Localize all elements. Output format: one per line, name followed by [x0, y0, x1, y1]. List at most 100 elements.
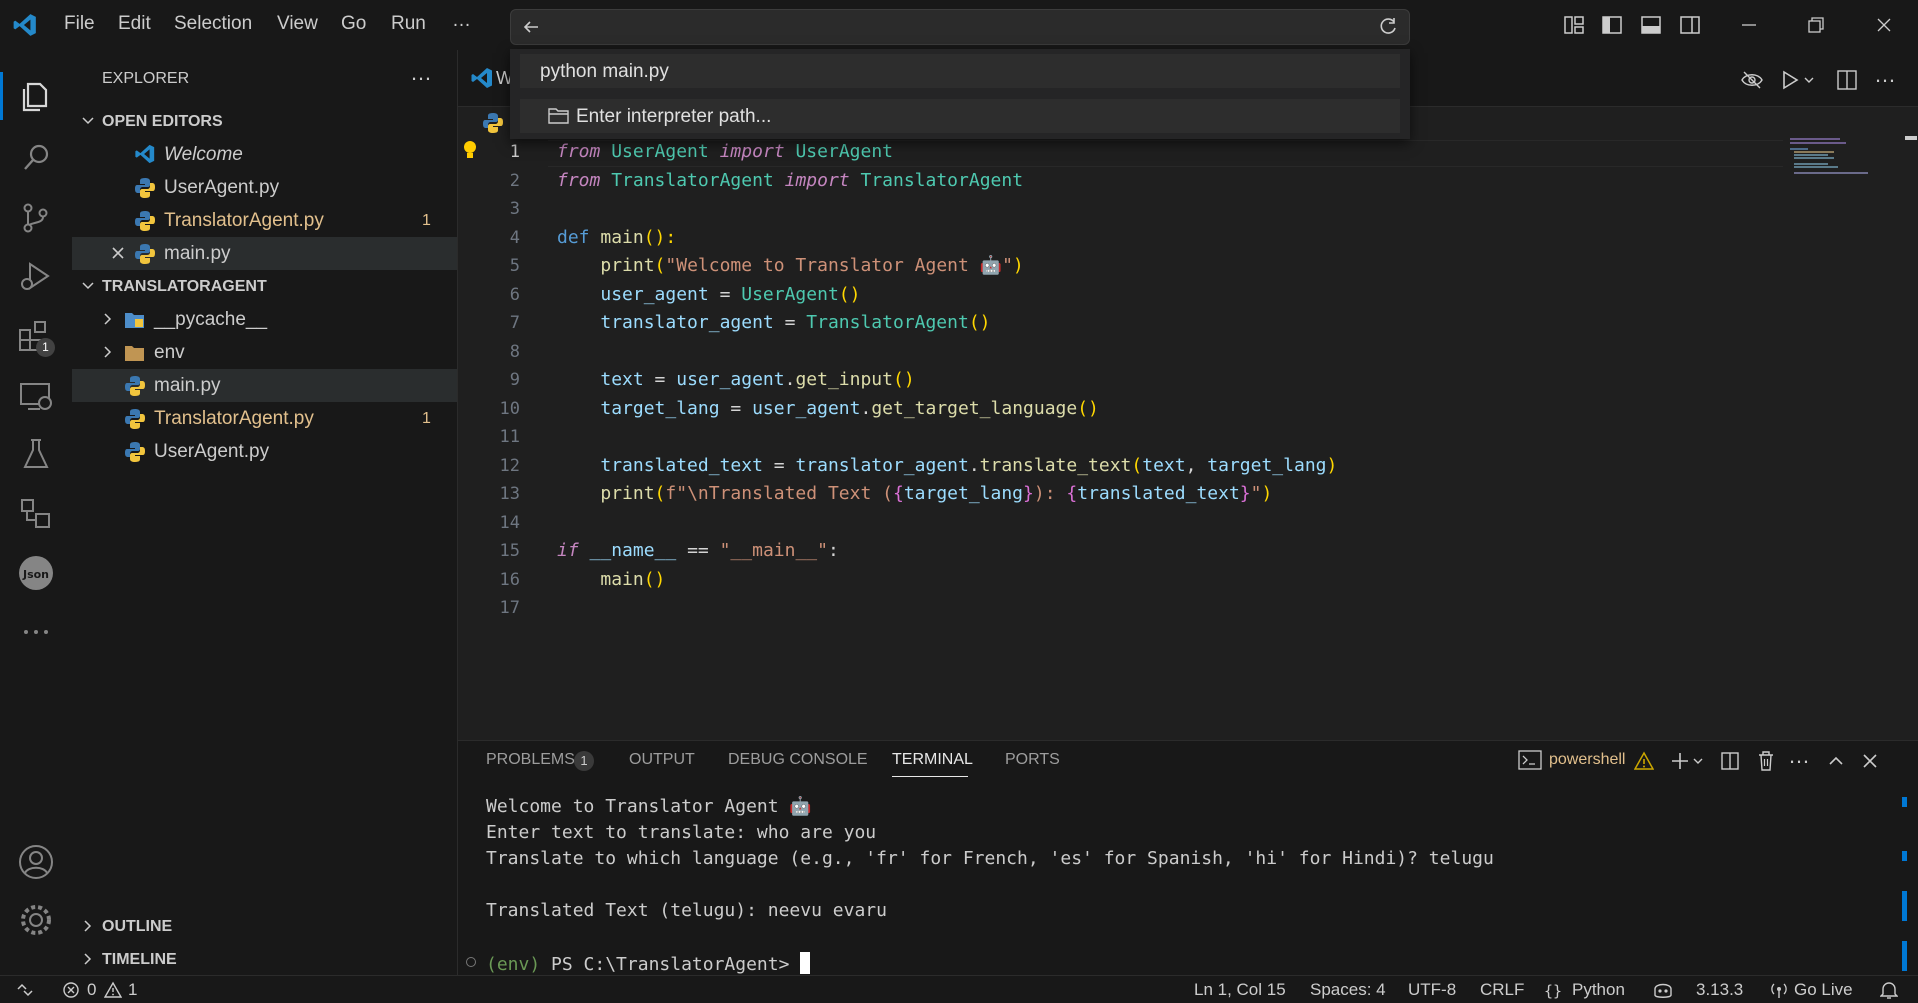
open-editors-label: OPEN EDITORS — [102, 113, 223, 130]
notifications-bell-icon[interactable] — [1880, 980, 1898, 1000]
menu-more[interactable]: … — [452, 10, 471, 32]
folder-header[interactable]: TRANSLATORAGENT — [72, 270, 457, 303]
outline-header[interactable]: OUTLINE — [72, 910, 457, 943]
accounts-icon[interactable] — [16, 842, 56, 882]
close-window-icon[interactable] — [1873, 14, 1895, 36]
error-icon[interactable] — [62, 981, 80, 999]
line-number: 13 — [499, 484, 520, 504]
error-count[interactable]: 0 — [87, 980, 96, 1000]
tab-terminal[interactable]: TERMINAL — [892, 751, 973, 769]
tab-problems[interactable]: PROBLEMS — [486, 751, 575, 769]
minimap[interactable] — [1786, 136, 1882, 176]
editor-scrollbar[interactable] — [1905, 130, 1918, 610]
new-terminal-icon[interactable] — [1670, 751, 1706, 771]
tab-debug-console[interactable]: DEBUG CONSOLE — [728, 751, 868, 769]
extensions-icon[interactable]: 1 — [16, 316, 56, 357]
python-version[interactable]: 3.13.3 — [1696, 980, 1743, 1000]
maximize-panel-icon[interactable] — [1826, 751, 1846, 771]
toggle-panel-icon[interactable] — [1640, 14, 1662, 36]
tab-ports[interactable]: PORTS — [1005, 751, 1060, 769]
outline-label: OUTLINE — [102, 918, 173, 935]
terminal-scroll-marker — [1902, 797, 1907, 807]
search-icon[interactable] — [16, 138, 56, 178]
split-editor-icon[interactable] — [1835, 68, 1859, 92]
welcome-tab-icon[interactable] — [470, 66, 494, 90]
terminal-prompt[interactable]: (env) PS C:\TranslatorAgent> — [486, 952, 811, 975]
code-line: target_lang = user_agent.get_target_lang… — [600, 398, 1099, 419]
open-editor-item[interactable]: UserAgent.py — [72, 171, 457, 204]
copilot-icon[interactable] — [1652, 980, 1674, 1000]
open-editor-item[interactable]: Welcome — [72, 138, 457, 171]
trash-icon[interactable] — [1756, 750, 1776, 772]
breadcrumb-python-icon[interactable] — [482, 112, 504, 134]
terminal-shell-icon — [1518, 749, 1542, 771]
cursor-position[interactable]: Ln 1, Col 15 — [1194, 980, 1286, 1000]
menu-file[interactable]: File — [64, 13, 95, 35]
run-debug-icon[interactable] — [16, 256, 56, 296]
project-manager-icon[interactable] — [16, 494, 56, 534]
terminal-shell-label[interactable]: powershell — [1549, 751, 1625, 769]
folder-item[interactable]: UserAgent.py — [72, 435, 457, 468]
line-number: 4 — [509, 228, 520, 248]
customize-layout-icon[interactable] — [1563, 14, 1585, 36]
open-editors-header[interactable]: OPEN EDITORS — [72, 105, 457, 138]
run-python-file-icon[interactable] — [1780, 68, 1816, 92]
go-live[interactable]: Go Live — [1794, 980, 1853, 1000]
folder-item[interactable]: TranslatorAgent.py 1 — [72, 402, 457, 435]
folder-item[interactable]: env — [72, 336, 457, 369]
back-arrow-icon[interactable] — [521, 17, 541, 37]
python-file-icon — [134, 210, 156, 232]
refresh-icon[interactable] — [1377, 16, 1399, 38]
sidebar-more-actions[interactable]: … — [410, 60, 432, 86]
editor-more-actions[interactable]: … — [1874, 62, 1896, 88]
source-control-icon[interactable] — [16, 198, 56, 238]
open-editor-item[interactable]: TranslatorAgent.py 1 — [72, 204, 457, 237]
panel-more-actions[interactable]: … — [1788, 743, 1810, 769]
timeline-header[interactable]: TIMELINE — [72, 943, 457, 976]
close-panel-icon[interactable] — [1860, 751, 1880, 771]
encoding[interactable]: UTF-8 — [1408, 980, 1456, 1000]
more-views-icon[interactable] — [16, 612, 56, 652]
language-braces-icon[interactable]: {} — [1544, 982, 1562, 1000]
testing-icon[interactable] — [16, 434, 56, 474]
remote-explorer-icon[interactable] — [16, 376, 56, 416]
explorer-icon[interactable] — [16, 76, 56, 116]
menu-go[interactable]: Go — [341, 13, 366, 35]
settings-gear-icon[interactable] — [16, 900, 56, 940]
hide-eye-icon[interactable] — [1740, 68, 1764, 92]
folder-item[interactable]: __pycache__ — [72, 303, 457, 336]
quick-pick-item[interactable]: python main.py — [520, 54, 1400, 88]
command-center[interactable] — [510, 9, 1410, 45]
menu-edit[interactable]: Edit — [118, 13, 151, 35]
quick-pick-item[interactable]: Enter interpreter path... — [520, 99, 1400, 133]
line-number: 6 — [509, 285, 520, 305]
open-editor-item-active[interactable]: main.py — [72, 237, 457, 270]
toggle-secondary-sidebar-icon[interactable] — [1679, 14, 1701, 36]
status-bar: 0 1 Ln 1, Col 15 Spaces: 4 UTF-8 CRLF {}… — [0, 975, 1918, 1003]
restore-icon[interactable] — [1805, 14, 1827, 36]
warning-count[interactable]: 1 — [128, 980, 137, 1000]
remote-indicator-icon[interactable] — [16, 981, 34, 999]
quick-pick-label: python main.py — [540, 61, 669, 82]
language-mode[interactable]: Python — [1572, 980, 1625, 1000]
split-terminal-icon[interactable] — [1720, 751, 1740, 771]
json-icon[interactable]: Json — [16, 553, 56, 593]
menu-run[interactable]: Run — [391, 13, 426, 35]
minimize-icon[interactable] — [1738, 14, 1760, 36]
menu-view[interactable]: View — [277, 13, 318, 35]
toggle-primary-sidebar-icon[interactable] — [1601, 14, 1623, 36]
folder-item-selected[interactable]: main.py — [72, 369, 457, 402]
command-decoration-icon[interactable] — [466, 957, 476, 967]
close-editor-icon[interactable] — [110, 245, 126, 261]
warning-status-icon[interactable] — [104, 981, 122, 999]
line-number: 8 — [509, 342, 520, 362]
indentation[interactable]: Spaces: 4 — [1310, 980, 1386, 1000]
tab-output[interactable]: OUTPUT — [629, 751, 695, 769]
broadcast-icon[interactable] — [1770, 981, 1788, 999]
warning-icon — [1634, 751, 1654, 771]
line-ending[interactable]: CRLF — [1480, 980, 1524, 1000]
quick-pick: python main.py Enter interpreter path... — [510, 49, 1410, 139]
python-file-icon — [124, 375, 146, 397]
line-number: 1 — [509, 142, 520, 162]
menu-selection[interactable]: Selection — [174, 13, 252, 35]
